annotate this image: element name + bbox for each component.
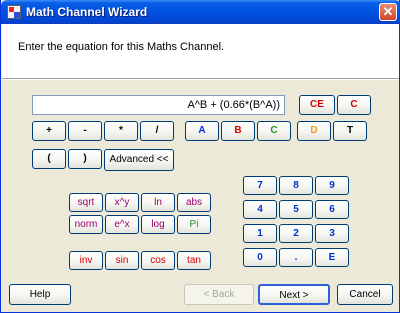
digit-2-button[interactable]: 2 xyxy=(279,224,313,243)
back-button: < Back xyxy=(184,284,254,305)
clear-entry-button[interactable]: CE xyxy=(299,95,335,115)
digit-8-button[interactable]: 8 xyxy=(279,176,313,195)
header-panel: Enter the equation for this Maths Channe… xyxy=(2,24,399,80)
digit-9-button[interactable]: 9 xyxy=(315,176,349,195)
equation-input[interactable] xyxy=(32,95,285,115)
log-button[interactable]: log xyxy=(141,215,175,234)
advanced-toggle-button[interactable]: Advanced << xyxy=(104,149,174,171)
close-paren-button[interactable]: ) xyxy=(68,149,102,169)
multiply-button[interactable]: * xyxy=(104,121,138,141)
app-icon xyxy=(7,5,21,19)
norm-button[interactable]: norm xyxy=(69,215,103,234)
cos-button[interactable]: cos xyxy=(141,251,175,270)
time-button[interactable]: T xyxy=(333,121,367,141)
ln-button[interactable]: ln xyxy=(141,193,175,212)
exponent-e-button[interactable]: E xyxy=(315,248,349,267)
digit-3-button[interactable]: 3 xyxy=(315,224,349,243)
channel-d-button[interactable]: D xyxy=(297,121,331,141)
digit-7-button[interactable]: 7 xyxy=(243,176,277,195)
clear-button[interactable]: C xyxy=(337,95,371,115)
tan-button[interactable]: tan xyxy=(177,251,211,270)
inv-button[interactable]: inv xyxy=(69,251,103,270)
instruction-text: Enter the equation for this Maths Channe… xyxy=(18,41,225,53)
sqrt-button[interactable]: sqrt xyxy=(69,193,103,212)
sin-button[interactable]: sin xyxy=(105,251,139,270)
channel-b-button[interactable]: B xyxy=(221,121,255,141)
digit-6-button[interactable]: 6 xyxy=(315,200,349,219)
digit-5-button[interactable]: 5 xyxy=(279,200,313,219)
cancel-button[interactable]: Cancel xyxy=(337,284,393,305)
minus-button[interactable]: - xyxy=(68,121,102,141)
channel-c-button[interactable]: C xyxy=(257,121,291,141)
digit-4-button[interactable]: 4 xyxy=(243,200,277,219)
help-button[interactable]: Help xyxy=(9,284,71,305)
wizard-window: Math Channel Wizard ✕ Enter the equation… xyxy=(0,0,400,313)
next-button[interactable]: Next > xyxy=(258,284,330,305)
plus-button[interactable]: + xyxy=(32,121,66,141)
channel-a-button[interactable]: A xyxy=(185,121,219,141)
abs-button[interactable]: abs xyxy=(177,193,211,212)
digit-0-button[interactable]: 0 xyxy=(243,248,277,267)
pi-button[interactable]: Pi xyxy=(177,215,211,234)
divide-button[interactable]: / xyxy=(140,121,174,141)
power-button[interactable]: x^y xyxy=(105,193,139,212)
exp-button[interactable]: e^x xyxy=(105,215,139,234)
open-paren-button[interactable]: ( xyxy=(32,149,66,169)
close-button[interactable]: ✕ xyxy=(379,3,397,21)
window-title: Math Channel Wizard xyxy=(26,5,148,19)
decimal-point-button[interactable]: . xyxy=(279,248,313,267)
digit-1-button[interactable]: 1 xyxy=(243,224,277,243)
title-bar[interactable]: Math Channel Wizard ✕ xyxy=(1,0,400,24)
